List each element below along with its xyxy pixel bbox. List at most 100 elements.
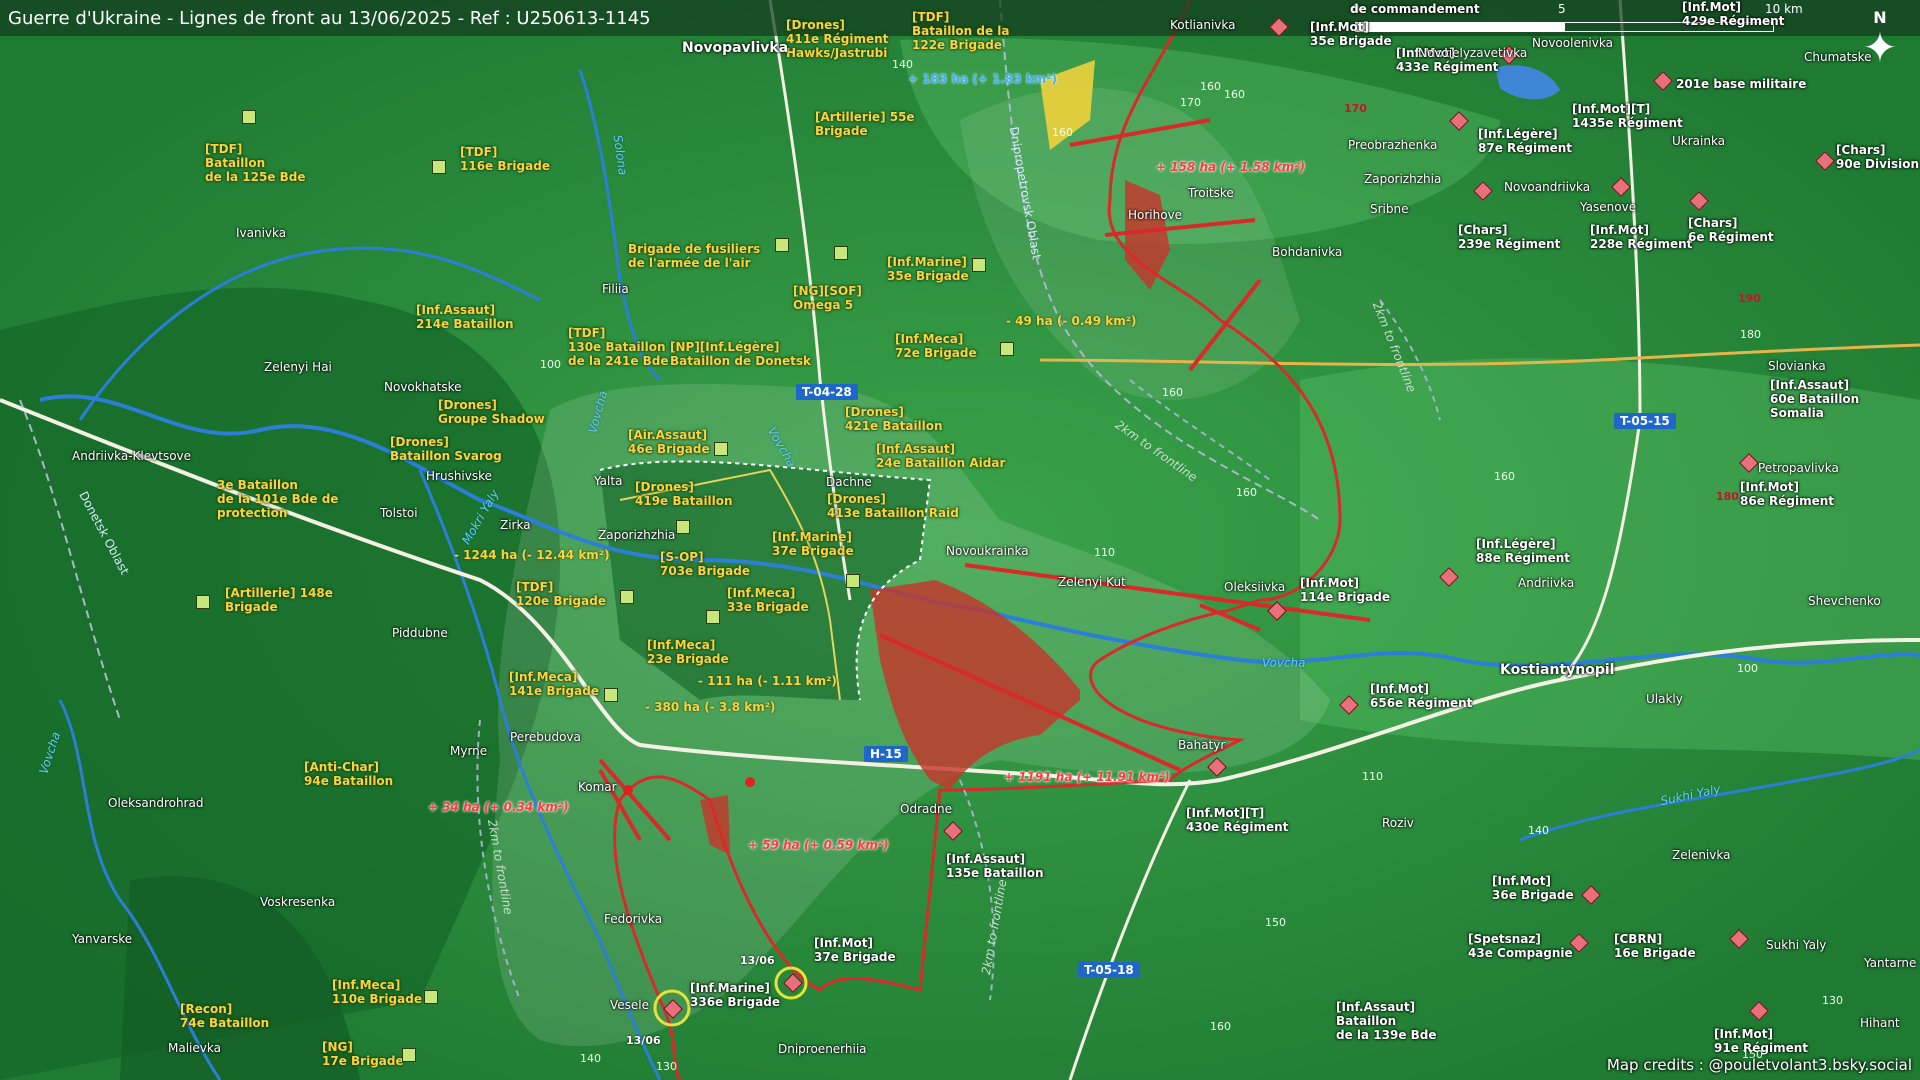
ua-unit-icon xyxy=(620,590,634,604)
town-label: Vesele xyxy=(610,998,650,1012)
ru-unit-label: [Inf.Assaut] 60e Bataillon Somalia xyxy=(1770,378,1860,420)
elevation-label: 160 xyxy=(1494,470,1515,483)
town-label: Perebudova xyxy=(510,730,581,744)
town-label: Malievka xyxy=(168,1041,221,1055)
elevation-label: 140 xyxy=(892,58,913,71)
town-label: Petropavlivka xyxy=(1758,461,1839,475)
ua-unit-label: [Artillerie] 148e Brigade xyxy=(225,586,333,614)
ua-unit-icon xyxy=(706,610,720,624)
elevation-label: 160 xyxy=(1224,88,1245,101)
area-change-label: + 158 ha (+ 1.58 km²) xyxy=(1156,160,1306,174)
ua-unit-label: [Artillerie] 55e Brigade xyxy=(815,110,915,138)
elevation-label: 190 xyxy=(1738,292,1761,305)
town-label: Horihove xyxy=(1128,208,1183,222)
ua-unit-icon xyxy=(714,442,728,456)
ua-unit-label: [TDF] Bataillon de la 122e Brigade xyxy=(912,10,1010,52)
ua-unit-label: [Anti-Char] 94e Bataillon xyxy=(304,760,394,788)
ua-unit-label: [NG][SOF] Omega 5 xyxy=(793,284,862,312)
area-change-label: + 34 ha (+ 0.34 km²) xyxy=(428,800,569,814)
ua-unit-label: [NG] 17e Brigade xyxy=(322,1040,404,1068)
ua-unit-label: 3e Bataillon de la 101e Bde de protectio… xyxy=(217,478,339,520)
area-change-label: + 183 ha (+ 1.83 km²) xyxy=(908,72,1058,86)
ua-unit-label: [Inf.Assaut] 214e Bataillon xyxy=(416,303,514,331)
ua-unit-label: [Inf.Meca] 141e Brigade xyxy=(509,670,599,698)
ua-unit-label: [TDF] Bataillon de la 125e Bde xyxy=(205,142,306,184)
town-label: Preobrazhenka xyxy=(1348,138,1438,152)
elevation-label: 160 xyxy=(1052,126,1073,139)
ua-unit-icon xyxy=(402,1048,416,1062)
ua-unit-label: [TDF] 130e Bataillon de la 241e Bde xyxy=(568,326,669,368)
elevation-label: 140 xyxy=(1528,824,1549,837)
town-label: Zelenyi Kut xyxy=(1058,575,1126,589)
elevation-label: 180 xyxy=(1716,490,1739,503)
ua-unit-label: [Recon] 74e Bataillon xyxy=(180,1002,270,1030)
road-badge: H-15 xyxy=(864,746,908,762)
ru-unit-label: [Inf.Mot] 656e Régiment xyxy=(1370,682,1473,710)
map-title: Guerre d'Ukraine - Lignes de front au 13… xyxy=(8,8,651,29)
ru-unit-label: [Inf.Mot] 37e Brigade xyxy=(814,936,896,964)
town-label: Kostiantynopil xyxy=(1500,662,1615,678)
town-label: Bohdanivka xyxy=(1272,245,1343,259)
ua-unit-label: [Drones] 411e Régiment Hawks/Jastrubi xyxy=(786,18,889,60)
town-label: Novopavlivka xyxy=(682,40,789,56)
town-label: Zirka xyxy=(500,518,531,532)
map-stage: Guerre d'Ukraine - Lignes de front au 13… xyxy=(0,0,1920,1080)
ru-unit-label: [Inf.Mot][T] 430e Régiment xyxy=(1186,806,1289,834)
ua-unit-label: [Drones] 419e Bataillon xyxy=(635,480,733,508)
ua-unit-icon xyxy=(424,990,438,1004)
ua-unit-label: [Drones] 421e Bataillon xyxy=(845,405,943,433)
town-label: Novoandriivka xyxy=(1504,180,1591,194)
town-label: Roziv xyxy=(1382,816,1414,830)
ua-unit-label: [Inf.Meca] 33e Brigade xyxy=(727,586,809,614)
elevation-label: 160 xyxy=(1200,80,1221,93)
elevation-label: 110 xyxy=(1094,546,1115,559)
ru-marker-red-2 xyxy=(623,785,633,795)
ua-unit-label: [Drones] 413e Bataillon Raid xyxy=(827,492,959,520)
ru-marker-red xyxy=(745,777,755,787)
town-label: Voskresenka xyxy=(260,895,336,909)
ua-unit-label: [Inf.Marine] 37e Brigade xyxy=(772,530,854,558)
elevation-label: 100 xyxy=(540,358,561,371)
town-label: Shevchenko xyxy=(1808,594,1881,608)
town-label: Yanvarske xyxy=(72,932,133,946)
ua-unit-icon xyxy=(846,574,860,588)
elevation-label: 160 xyxy=(1236,486,1257,499)
town-label: Troitske xyxy=(1188,186,1234,200)
elevation-label: 170 xyxy=(1180,96,1201,109)
town-label: Piddubne xyxy=(392,626,448,640)
town-label: Ukrainka xyxy=(1672,134,1726,148)
elevation-label: 160 xyxy=(1162,386,1183,399)
ua-unit-icon xyxy=(1000,342,1014,356)
ru-unit-label: [Chars] 90e Division xyxy=(1836,143,1920,171)
road-badge: T-04-28 xyxy=(796,384,858,400)
elevation-label: 140 xyxy=(580,1052,601,1065)
elevation-label: 100 xyxy=(1737,662,1758,675)
town-label: Odradne xyxy=(900,802,952,816)
ru-unit-label: [Inf.Mot] 35e Brigade xyxy=(1310,20,1392,48)
town-label: Dniproenerhiia xyxy=(778,1042,867,1056)
town-label: Hrushivske xyxy=(426,469,493,483)
ua-unit-label: Brigade de fusiliers de l'armée de l'air xyxy=(628,242,761,270)
town-label: Sribne xyxy=(1370,202,1409,216)
town-label: Chumatske xyxy=(1804,50,1872,64)
town-label: Zelenivka xyxy=(1672,848,1731,862)
elevation-label: 110 xyxy=(1362,770,1383,783)
ua-unit-icon xyxy=(834,246,848,260)
ua-unit-icon xyxy=(432,160,446,174)
ua-unit-label: [Drones] Groupe Shadow xyxy=(438,398,545,426)
town-label: Filiia xyxy=(602,282,629,296)
ua-unit-label: [Inf.Meca] 72e Brigade xyxy=(895,332,977,360)
map-credits: Map credits : @pouletvolant3.bsky.social xyxy=(1606,1056,1912,1074)
ua-unit-icon xyxy=(676,520,690,534)
town-label: Oleksandrohrad xyxy=(108,796,204,810)
ru-unit-label: [Inf.Assaut] 135e Bataillon xyxy=(946,852,1044,880)
ru-unit-label: [Inf.Marine] 336e Brigade xyxy=(690,981,780,1009)
ua-unit-label: [S-OP] 703e Brigade xyxy=(660,550,750,578)
town-label: Fedorivka xyxy=(604,912,663,926)
town-label: Myrne xyxy=(450,744,488,758)
ru-unit-label: [Inf.Mot][T] 1435e Régiment xyxy=(1572,102,1683,130)
town-label: Zelenyi Hai xyxy=(264,360,332,374)
ru-unit-label: [Inf.Légère] 88e Régiment xyxy=(1476,537,1571,565)
elevation-label: 180 xyxy=(1740,328,1761,341)
elevation-label: 170 xyxy=(1344,102,1367,115)
